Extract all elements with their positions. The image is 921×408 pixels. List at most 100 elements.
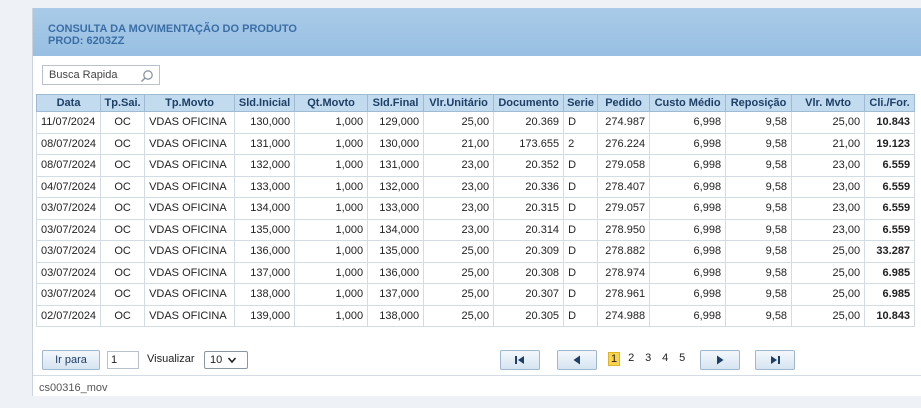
cell-reposicao: 9,58 — [725, 304, 793, 327]
cell-serie: D — [563, 304, 599, 327]
cell-custo-medio: 6,998 — [649, 218, 727, 241]
col-vlr-mvto[interactable]: Vlr. Mvto — [791, 94, 866, 112]
cell-cli-for: 10.843 — [864, 304, 916, 327]
cell-serie: 2 — [563, 132, 599, 155]
cell-cli-for: 19.123 — [864, 132, 916, 155]
col-serie[interactable]: Serie — [563, 94, 599, 112]
col-reposicao[interactable]: Reposição — [725, 94, 793, 112]
table-row[interactable]: 08/07/2024 OC VDAS OFICINA 132,000 1,000 131,… — [35, 154, 916, 177]
cell-vlr-mvto: 25,00 — [791, 261, 866, 284]
cell-sld-inicial: 130,000 — [234, 111, 296, 134]
col-pedido[interactable]: Pedido — [597, 94, 651, 112]
col-custo-medio[interactable]: Custo Médio — [649, 94, 727, 112]
cell-cli-for: 6.559 — [864, 197, 916, 220]
goto-button[interactable]: Ir para — [42, 350, 100, 370]
cell-vlr-unitario: 25,00 — [423, 240, 495, 263]
cell-sld-final: 138,000 — [367, 304, 425, 327]
page-5-link[interactable]: 5 — [676, 352, 688, 366]
col-sld-final[interactable]: Sld.Final — [367, 94, 425, 112]
cell-vlr-mvto: 25,00 — [791, 111, 866, 134]
cell-tp-sai: OC — [100, 175, 146, 198]
next-page-button[interactable] — [700, 350, 740, 370]
cell-serie: D — [563, 197, 599, 220]
cell-tp-movto: VDAS OFICINA — [144, 175, 236, 198]
cell-vlr-unitario: 25,00 — [423, 283, 495, 306]
table-row[interactable]: 04/07/2024 OC VDAS OFICINA 133,000 1,000 132,… — [35, 175, 916, 198]
cell-cli-for: 33.287 — [864, 240, 916, 263]
cell-pedido: 278.882 — [597, 240, 651, 263]
cell-tp-sai: OC — [100, 132, 146, 155]
page-3-link[interactable]: 3 — [642, 352, 654, 366]
cell-sld-inicial: 134,000 — [234, 197, 296, 220]
table-row[interactable]: 08/07/2024 OC VDAS OFICINA 131,000 1,000 130,… — [35, 132, 916, 155]
cell-data: 03/07/2024 — [35, 283, 102, 306]
cell-data: 11/07/2024 — [35, 111, 102, 134]
prev-page-button[interactable] — [557, 350, 597, 370]
cell-serie: D — [563, 240, 599, 263]
cell-custo-medio: 6,998 — [649, 261, 727, 284]
cell-cli-for: 6.559 — [864, 218, 916, 241]
cell-serie: D — [563, 283, 599, 306]
cell-qt-movto: 1,000 — [294, 240, 369, 263]
last-page-button[interactable] — [755, 350, 795, 370]
col-documento[interactable]: Documento — [493, 94, 565, 112]
cell-custo-medio: 6,998 — [649, 240, 727, 263]
cell-reposicao: 9,58 — [725, 218, 793, 241]
search-input[interactable]: Busca Rapida — [42, 65, 160, 85]
cell-vlr-mvto: 23,00 — [791, 197, 866, 220]
cell-vlr-unitario: 25,00 — [423, 261, 495, 284]
cell-cli-for: 6.985 — [864, 261, 916, 284]
cell-data: 03/07/2024 — [35, 240, 102, 263]
table-row[interactable]: 03/07/2024 OC VDAS OFICINA 138,000 1,000 137,… — [35, 283, 916, 306]
title-bar: CONSULTA DA MOVIMENTAÇÃO DO PRODUTO PROD… — [33, 8, 921, 56]
table-row[interactable]: 03/07/2024 OC VDAS OFICINA 135,000 1,000 134,… — [35, 218, 916, 241]
col-tp-movto[interactable]: Tp.Movto — [144, 94, 236, 112]
screen-id: cs00316_mov — [39, 382, 108, 394]
cell-custo-medio: 6,998 — [649, 197, 727, 220]
cell-cli-for: 10.843 — [864, 111, 916, 134]
page-4-link[interactable]: 4 — [659, 352, 671, 366]
cell-documento: 20.309 — [493, 240, 565, 263]
cell-sld-final: 132,000 — [367, 175, 425, 198]
cell-custo-medio: 6,998 — [649, 154, 727, 177]
col-qt-movto[interactable]: Qt.Movto — [294, 94, 369, 112]
table-row[interactable]: 02/07/2024 OC VDAS OFICINA 139,000 1,000 138,… — [35, 304, 916, 327]
cell-qt-movto: 1,000 — [294, 197, 369, 220]
cell-sld-final: 137,000 — [367, 283, 425, 306]
first-page-button[interactable] — [500, 350, 540, 370]
cell-tp-sai: OC — [100, 154, 146, 177]
cell-pedido: 274.987 — [597, 111, 651, 134]
col-sld-inicial[interactable]: Sld.Inicial — [234, 94, 296, 112]
cell-reposicao: 9,58 — [725, 197, 793, 220]
search-icon[interactable] — [140, 69, 154, 83]
cell-sld-final: 133,000 — [367, 197, 425, 220]
cell-cli-for: 6.559 — [864, 175, 916, 198]
col-tp-sai[interactable]: Tp.Sai. — [100, 94, 146, 112]
cell-reposicao: 9,58 — [725, 111, 793, 134]
col-vlr-unitario[interactable]: Vlr.Unitário — [423, 94, 495, 112]
cell-reposicao: 9,58 — [725, 261, 793, 284]
cell-serie: D — [563, 175, 599, 198]
cell-pedido: 279.058 — [597, 154, 651, 177]
table-row[interactable]: 03/07/2024 OC VDAS OFICINA 137,000 1,000 136,… — [35, 261, 916, 284]
prev-page-icon — [573, 355, 580, 365]
cell-vlr-mvto: 23,00 — [791, 154, 866, 177]
cell-tp-movto: VDAS OFICINA — [144, 240, 236, 263]
col-cli-for[interactable]: Cli./For. — [864, 94, 916, 112]
cell-tp-sai: OC — [100, 283, 146, 306]
col-data[interactable]: Data — [35, 94, 102, 112]
cell-pedido: 278.407 — [597, 175, 651, 198]
goto-page-input[interactable]: 1 — [107, 351, 139, 369]
table-row[interactable]: 03/07/2024 OC VDAS OFICINA 136,000 1,000 135,… — [35, 240, 916, 263]
table-row[interactable]: 11/07/2024 OC VDAS OFICINA 130,000 1,000 129,… — [35, 111, 916, 134]
cell-tp-sai: OC — [100, 218, 146, 241]
page-1-link[interactable]: 1 — [608, 352, 621, 366]
cell-tp-sai: OC — [100, 240, 146, 263]
cell-pedido: 276.224 — [597, 132, 651, 155]
page-size-select[interactable]: 10 — [204, 351, 248, 369]
page-2-link[interactable]: 2 — [625, 352, 637, 366]
cell-vlr-mvto: 21,00 — [791, 132, 866, 155]
cell-vlr-unitario: 25,00 — [423, 111, 495, 134]
table-row[interactable]: 03/07/2024 OC VDAS OFICINA 134,000 1,000 133,… — [35, 197, 916, 220]
cell-reposicao: 9,58 — [725, 175, 793, 198]
